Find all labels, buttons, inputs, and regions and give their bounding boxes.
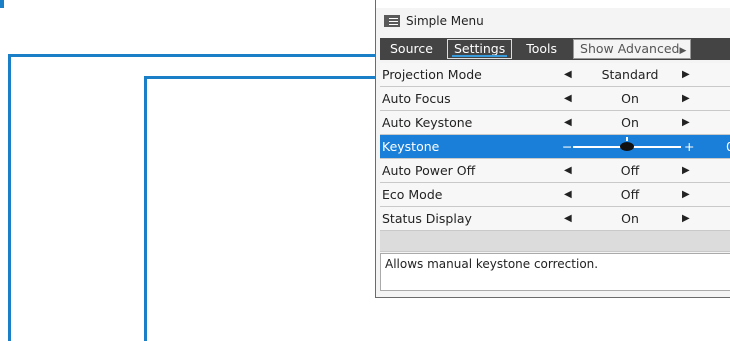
callout-line-source-v xyxy=(8,54,11,341)
callout-line-source-h xyxy=(8,54,378,57)
row-status-display[interactable]: Status Display ◀ On ▶ xyxy=(380,207,730,231)
tab-bar: Source Settings Tools Show Advanced▶ xyxy=(380,38,730,60)
arrow-right-icon[interactable]: ▶ xyxy=(682,63,690,86)
window-title: Simple Menu xyxy=(406,14,484,28)
row-label: Eco Mode xyxy=(382,187,443,202)
callout-line-mode-v xyxy=(144,76,147,341)
row-value: 0 xyxy=(726,139,730,154)
arrow-left-icon[interactable]: ◀ xyxy=(564,183,572,206)
slider-plus-icon[interactable]: + xyxy=(684,135,694,158)
arrow-left-icon[interactable]: ◀ xyxy=(564,207,572,230)
row-keystone[interactable]: Keystone − + 0 xyxy=(380,135,730,159)
row-label: Auto Power Off xyxy=(382,163,476,178)
simple-menu-window: Simple Menu Source Settings Tools Show A… xyxy=(375,0,730,298)
description-box: Allows manual keystone correction. xyxy=(380,253,730,291)
empty-row xyxy=(380,231,730,252)
row-value: On xyxy=(621,115,639,130)
menu-icon xyxy=(384,15,400,27)
callout-line-top xyxy=(0,0,4,8)
arrow-right-icon[interactable]: ▶ xyxy=(682,159,690,182)
row-label: Projection Mode xyxy=(382,67,482,82)
row-auto-power-off[interactable]: Auto Power Off ◀ Off ▶ xyxy=(380,159,730,183)
callout-line-mode-h xyxy=(144,76,378,79)
row-auto-keystone[interactable]: Auto Keystone ◀ On ▶ xyxy=(380,111,730,135)
arrow-left-icon[interactable]: ◀ xyxy=(564,159,572,182)
row-label: Auto Focus xyxy=(382,91,451,106)
show-advanced-label: Show Advanced xyxy=(580,41,680,56)
row-label: Keystone xyxy=(382,139,440,154)
row-eco-mode[interactable]: Eco Mode ◀ Off ▶ xyxy=(380,183,730,207)
slider-knob[interactable] xyxy=(620,137,634,151)
arrow-left-icon[interactable]: ◀ xyxy=(564,111,572,134)
slider-minus-icon[interactable]: − xyxy=(562,135,572,158)
row-value: On xyxy=(621,211,639,226)
settings-list: Projection Mode ◀ Standard ▶ Auto Focus … xyxy=(380,63,730,252)
row-auto-focus[interactable]: Auto Focus ◀ On ▶ xyxy=(380,87,730,111)
row-label: Auto Keystone xyxy=(382,115,473,130)
arrow-right-icon[interactable]: ▶ xyxy=(682,87,690,110)
title-bar: Simple Menu xyxy=(384,12,484,30)
show-advanced-button[interactable]: Show Advanced▶ xyxy=(573,39,692,59)
row-projection-mode[interactable]: Projection Mode ◀ Standard ▶ xyxy=(380,63,730,87)
arrow-left-icon[interactable]: ◀ xyxy=(564,63,572,86)
row-value: Standard xyxy=(601,67,659,82)
row-value: Off xyxy=(620,187,640,202)
row-label: Status Display xyxy=(382,211,472,226)
description-text: Allows manual keystone correction. xyxy=(385,257,599,271)
arrow-right-icon[interactable]: ▶ xyxy=(682,183,690,206)
top-band xyxy=(376,0,730,8)
tab-source[interactable]: Source xyxy=(380,38,443,60)
tab-settings[interactable]: Settings xyxy=(446,39,513,59)
tab-tools[interactable]: Tools xyxy=(516,38,567,60)
row-value: On xyxy=(621,91,639,106)
arrow-right-icon[interactable]: ▶ xyxy=(682,111,690,134)
row-value: Off xyxy=(620,163,640,178)
arrow-right-icon[interactable]: ▶ xyxy=(682,207,690,230)
arrow-left-icon[interactable]: ◀ xyxy=(564,87,572,110)
triangle-right-icon: ▶ xyxy=(679,46,687,56)
